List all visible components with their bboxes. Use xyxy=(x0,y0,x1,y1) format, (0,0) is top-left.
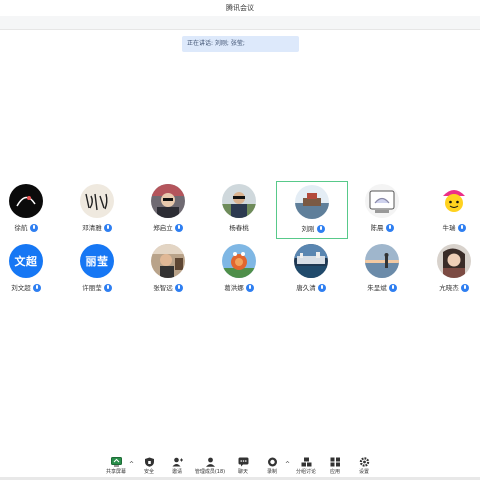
participant-name: 牛瑞 xyxy=(442,224,456,232)
participant-name-row: 杨春桃 xyxy=(203,222,275,232)
record-icon xyxy=(267,457,277,467)
record-label: 录制 xyxy=(266,469,277,475)
participant-tile[interactable]: 文超 刘文超 xyxy=(0,240,62,298)
mic-icon xyxy=(103,223,112,232)
chat-icon xyxy=(238,457,248,467)
avatar xyxy=(222,244,256,278)
participant-name: 徐航 xyxy=(14,224,28,232)
avatar xyxy=(9,184,43,218)
top-toolbar xyxy=(0,16,480,30)
participant-tile[interactable]: 郑启立 xyxy=(132,180,204,238)
avatar xyxy=(365,184,399,218)
avatar: 丽莹 xyxy=(80,244,114,278)
participant-name: 刘文超 xyxy=(11,284,31,292)
window-title: 腾讯会议 xyxy=(0,0,480,16)
invite-label: 邀请 xyxy=(171,469,182,475)
participant-name: 郑启立 xyxy=(153,224,173,232)
breakout-icon xyxy=(301,457,311,467)
mic-icon xyxy=(32,283,41,292)
mic-icon xyxy=(385,223,394,232)
participant-name-row: 刘文超 xyxy=(0,282,62,292)
avatar xyxy=(437,244,471,278)
participant-name-row: 葛洪娜 xyxy=(203,282,275,292)
mic-icon xyxy=(460,283,469,292)
speaking-indicator: 正在讲话: 刘刚; 张莹; xyxy=(182,36,299,52)
participant-name: 邓清雅 xyxy=(82,224,102,232)
participant-tile[interactable]: 张智远 xyxy=(132,240,204,298)
avatar xyxy=(365,244,399,278)
participant-name: 亢晓杰 xyxy=(439,284,459,292)
members-icon xyxy=(205,457,215,467)
participant-tile[interactable]: 杨春桃 xyxy=(203,180,275,238)
participant-name-row: 徐航 xyxy=(0,222,62,232)
participant-name-row: 郑启立 xyxy=(132,222,204,232)
mic-icon xyxy=(388,283,397,292)
avatar: 文超 xyxy=(9,244,43,278)
mic-icon xyxy=(174,283,183,292)
settings-button[interactable]: 设置 xyxy=(346,457,382,475)
avatar-text: 丽莹 xyxy=(80,244,114,278)
participant-name: 许丽莹 xyxy=(82,284,102,292)
shield-icon xyxy=(144,457,154,467)
manage-members-button[interactable]: 管理成员(18) xyxy=(192,457,228,475)
avatar xyxy=(222,184,256,218)
avatar xyxy=(437,184,471,218)
participant-tile[interactable]: 丽莹 许丽莹 xyxy=(61,240,133,298)
participant-tile[interactable]: 邓清雅 xyxy=(61,180,133,238)
gear-icon xyxy=(359,457,369,467)
mic-icon xyxy=(103,283,112,292)
mic-icon xyxy=(457,223,466,232)
mic-icon xyxy=(174,223,183,232)
participant-tile[interactable]: 徐航 xyxy=(0,180,62,238)
participant-tile[interactable]: 葛洪娜 xyxy=(203,240,275,298)
participant-tile[interactable]: 朱呈斌 xyxy=(346,240,418,298)
apps-grid-icon xyxy=(330,457,340,467)
participant-name-row: 牛瑞 xyxy=(418,222,480,232)
share-screen-icon xyxy=(110,457,122,467)
participant-name-row: 刘刚 xyxy=(277,223,349,233)
settings-label: 设置 xyxy=(358,469,369,475)
participant-name: 陈晨 xyxy=(370,224,384,232)
avatar xyxy=(151,184,185,218)
participant-name-row: 朱呈斌 xyxy=(346,282,418,292)
participant-name: 唐久清 xyxy=(296,284,316,292)
participant-tile[interactable]: 陈晨 xyxy=(346,180,418,238)
manage-members-label: 管理成员(18) xyxy=(194,469,226,475)
participant-name: 杨春桃 xyxy=(229,224,249,232)
mic-icon xyxy=(316,224,325,233)
participant-name-row: 张智远 xyxy=(132,282,204,292)
mic-icon xyxy=(245,283,254,292)
participant-tile-active[interactable]: 刘刚 xyxy=(276,181,348,239)
invite-user-icon xyxy=(172,457,183,467)
participant-name: 朱呈斌 xyxy=(367,284,387,292)
avatar xyxy=(80,184,114,218)
mic-icon xyxy=(317,283,326,292)
participant-tile[interactable]: 唐久清 xyxy=(275,240,347,298)
share-screen-label: 共享屏幕 xyxy=(105,469,126,475)
participant-tile[interactable]: 牛瑞 xyxy=(418,180,480,238)
participant-name-row: 邓清雅 xyxy=(61,222,133,232)
avatar xyxy=(295,185,329,219)
participant-name: 葛洪娜 xyxy=(224,284,244,292)
avatar xyxy=(294,244,328,278)
participant-name-row: 许丽莹 xyxy=(61,282,133,292)
participant-name: 张智远 xyxy=(153,284,173,292)
avatar-text: 文超 xyxy=(9,244,43,278)
avatar xyxy=(151,244,185,278)
participant-name: 刘刚 xyxy=(301,225,315,233)
invite-button[interactable]: 邀请 xyxy=(159,457,195,475)
participant-name-row: 亢晓杰 xyxy=(418,282,480,292)
participant-tile[interactable]: 亢晓杰 xyxy=(418,240,480,298)
mic-icon xyxy=(29,223,38,232)
participant-name-row: 陈晨 xyxy=(346,222,418,232)
participant-name-row: 唐久清 xyxy=(275,282,347,292)
